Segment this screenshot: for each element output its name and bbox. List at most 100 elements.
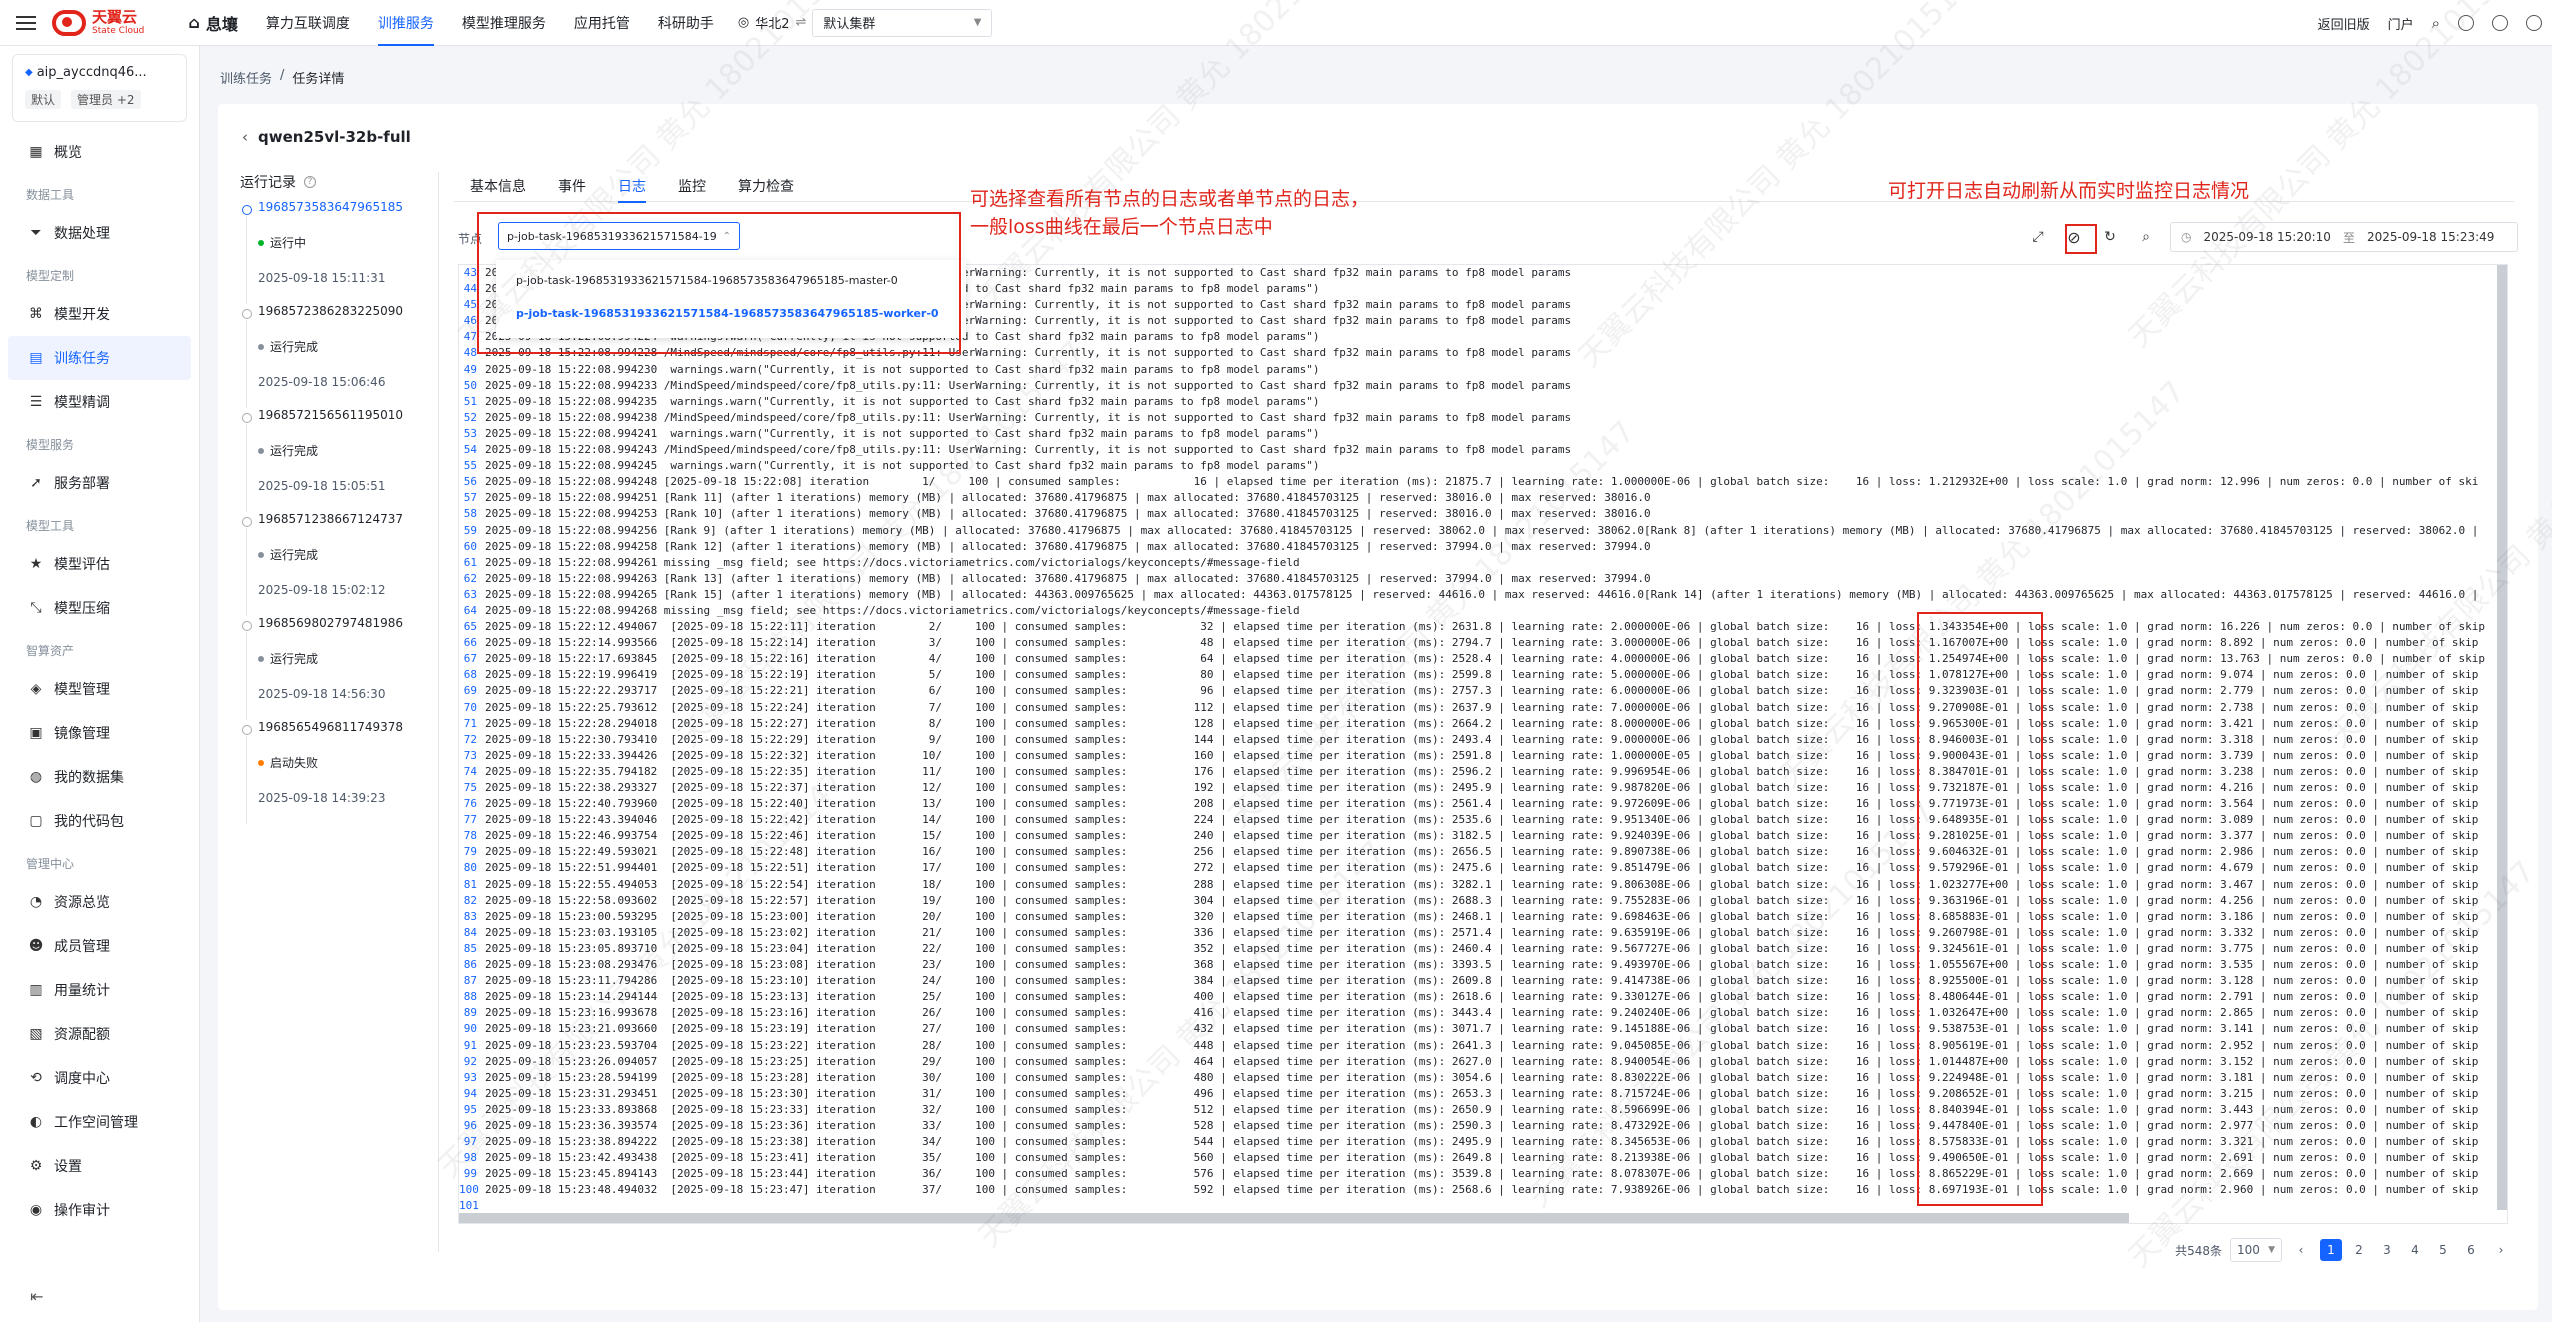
sidebar-item[interactable]: ▣ 镜像管理 [0,711,199,755]
page-number[interactable]: 4 [2404,1239,2426,1261]
run-item[interactable]: 1968572386283225090 运行完成 2025-09-18 15:06:… [240,304,440,408]
page-number[interactable]: 6 [2460,1239,2482,1261]
line-number: 57 [463,491,477,505]
back-arrow-icon[interactable]: ‹ [242,128,248,146]
question-icon[interactable]: ? [304,176,316,188]
log-line: 50 2025-09-18 15:22:08.994233 /MindSpeed/… [459,378,2507,394]
run-item[interactable]: 1968565496811749378 启动失败 2025-09-18 14:39:… [240,720,440,824]
log-line: 77 2025-09-18 15:22:43.394046 [2025-09-18… [459,812,2507,828]
run-id: 1968565496811749378 [258,720,404,734]
run-status: 运行完成 [258,442,440,459]
node-option-worker[interactable]: p-job-task-1968531933621571584-196857358… [496,297,966,330]
legacy-link[interactable]: 返回旧版 [2318,14,2370,33]
sidebar-item[interactable]: ⤡ 模型压缩 [0,586,199,630]
account-card[interactable]: ◆ aip_ayccdnq46... 默认 管理员 +2 [12,54,187,122]
nav-item[interactable]: 算力互联调度 [252,0,364,46]
nav-item[interactable]: 训推服务 [364,0,448,46]
sidebar-item[interactable]: ◍ 我的数据集 [0,755,199,799]
log-line: 83 2025-09-18 15:23:00.593295 [2025-09-18… [459,909,2507,925]
page-number[interactable]: 3 [2376,1239,2398,1261]
log-text: 2025-09-18 15:22:08.994263 [Rank 13] (af… [485,571,1651,585]
log-line: 61 2025-09-18 15:22:08.994261 missing _ms… [459,555,2507,571]
sidebar-item[interactable]: ☻ 成员管理 [0,924,199,968]
sidebar-item[interactable]: ▦ 概览 [0,130,199,174]
date-range-picker[interactable]: ◷ 2025-09-18 15:20:10 至 2025-09-18 15:23… [2170,222,2518,252]
run-time: 2025-09-18 15:06:46 [258,375,386,389]
log-text: 2025-09-18 15:22:08.994238 /MindSpeed/mi… [485,410,1572,424]
breadcrumb-parent[interactable]: 训练任务 [220,68,272,87]
tab[interactable]: 基本信息 [454,170,542,202]
tab[interactable]: 日志 [602,170,662,203]
sidebar-item[interactable]: ▧ 资源配额 [0,1012,199,1056]
tab[interactable]: 监控 [662,170,722,202]
line-number: 58 [463,507,477,521]
run-time: 2025-09-18 15:02:12 [258,583,386,597]
sidebar-item[interactable]: ◈ 模型管理 [0,667,199,711]
line-number: 79 [463,845,477,859]
run-item[interactable]: 1968569802797481986 运行完成 2025-09-18 14:56:… [240,616,440,720]
log-line: 78 2025-09-18 15:22:46.993754 [2025-09-18… [459,828,2507,844]
collapse-sidebar-icon[interactable]: ⇤ [30,1287,43,1306]
run-status: 启动失败 [258,754,440,771]
node-select[interactable]: p-job-task-1968531933621571584-19 ⌃ [498,222,740,250]
main-panel: ‹ qwen25vl-32b-full 运行记录 ? 1968573583647… [218,104,2538,1310]
log-text: 2025-09-18 15:22:08.994233 /MindSpeed/mi… [485,378,1572,392]
log-viewer[interactable]: 43 2025-09-18 15:22:08.994224 /MindSpeed/… [458,264,2508,1224]
sidebar-item[interactable]: ▢ 我的代码包 [0,799,199,843]
sidebar-item[interactable]: ⚙ 设置 [0,1144,199,1188]
sidebar-item[interactable]: ▥ 用量统计 [0,968,199,1012]
sidebar-item[interactable]: ➚ 服务部署 [0,461,199,505]
portal-link[interactable]: 门户 [2388,14,2414,33]
sidebar-item[interactable]: ⟲ 调度中心 [0,1056,199,1100]
sidebar-item-label: 成员管理 [54,939,110,955]
next-page-icon[interactable]: › [2490,1239,2512,1261]
nav-item[interactable]: 科研助手 [644,0,728,46]
run-item[interactable]: 1968573583647965185 运行中 2025-09-18 15:11:3… [240,200,440,304]
search-log-icon[interactable]: ⌕ [2134,225,2158,249]
line-number: 47 [463,330,477,344]
search-icon[interactable]: ⌕ [2432,14,2440,32]
line-number: 62 [463,571,477,585]
vertical-scrollbar[interactable] [2497,265,2507,1210]
page-number[interactable]: 5 [2432,1239,2454,1261]
node-option-master[interactable]: p-job-task-1968531933621571584-196857358… [496,264,966,297]
sidebar-item[interactable]: ⏷ 数据处理 [0,211,199,255]
date-start[interactable]: 2025-09-18 15:20:10 [2203,230,2330,244]
notification-icon[interactable] [2492,15,2508,31]
region-selector[interactable]: ◎ 华北2 ⇌ [738,13,807,32]
run-item[interactable]: 1968572156561195010 运行完成 2025-09-18 15:05:… [240,408,440,512]
date-end[interactable]: 2025-09-18 15:23:49 [2367,230,2494,244]
fullscreen-icon[interactable]: ⤢ [2026,225,2050,249]
sidebar-item-label: 模型压缩 [54,601,110,617]
sidebar-item[interactable]: ◉ 操作审计 [0,1188,199,1232]
horizontal-scrollbar[interactable] [459,1213,2129,1223]
tab[interactable]: 算力检查 [722,170,810,202]
menu-icon[interactable] [16,15,36,30]
help-icon[interactable] [2458,15,2474,31]
user-avatar-icon[interactable] [2526,15,2542,31]
sidebar-item[interactable]: ★ 模型评估 [0,542,199,586]
page-number[interactable]: 1 [2320,1239,2342,1261]
cluster-select[interactable]: 默认集群 ▼ [812,8,993,37]
log-line: 79 2025-09-18 15:22:49.593021 [2025-09-18… [459,844,2507,860]
sidebar-item-label: 镜像管理 [54,726,110,742]
sidebar-item[interactable]: ◔ 资源总览 [0,880,199,924]
run-id: 1968569802797481986 [258,616,404,630]
sidebar-item[interactable]: ◐ 工作空间管理 [0,1100,199,1144]
breadcrumb: 训练任务 / 任务详情 [220,68,344,87]
sidebar-item[interactable]: ▤ 训练任务 [8,336,191,380]
page-number[interactable]: 2 [2348,1239,2370,1261]
training-icon: ▤ [29,350,43,366]
nav-item[interactable]: 应用托管 [560,0,644,46]
nav-brand[interactable]: ⌂ 息壤 [174,0,251,46]
page-size-select[interactable]: 100 ▼ [2230,1238,2282,1262]
refresh-icon[interactable]: ↻ [2098,225,2122,249]
nav-item[interactable]: 模型推理服务 [448,0,560,46]
prev-page-icon[interactable]: ‹ [2290,1239,2312,1261]
sidebar-item[interactable]: ⌘ 模型开发 [0,292,199,336]
run-item[interactable]: 1968571238667124737 运行完成 2025-09-18 15:02:… [240,512,440,616]
sidebar-item[interactable]: ☰ 模型精调 [0,380,199,424]
auto-refresh-toggle-icon[interactable]: ⊘ [2062,225,2086,249]
logo[interactable]: 天翼云 State Cloud [52,9,144,36]
tab[interactable]: 事件 [542,170,602,202]
